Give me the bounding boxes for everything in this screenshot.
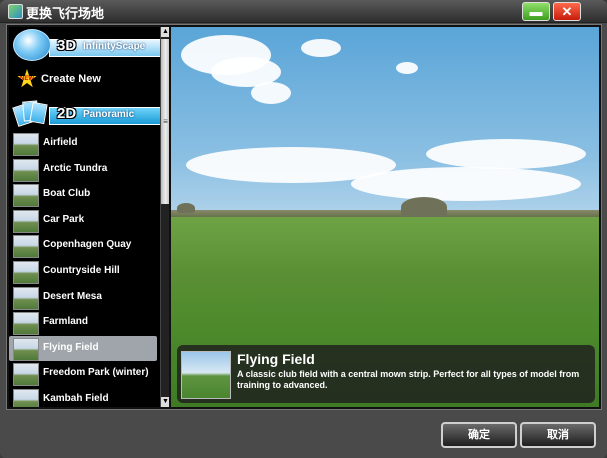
title-bar: 更换飞行场地 ▬ ✕ <box>0 0 607 23</box>
new-star-text: NEW <box>20 76 34 82</box>
app-icon <box>8 4 23 19</box>
dialog-footer: 确定 取消 <box>0 410 607 458</box>
field-list-item[interactable]: Boat Club <box>9 182 157 208</box>
field-list: Airfield Arctic Tundra Boat Club Car Park Co… <box>9 131 159 407</box>
field-preview-image: Flying Field A classic club field with a… <box>171 27 599 407</box>
field-name: Flying Field <box>43 341 99 353</box>
field-name: Countryside Hill <box>43 264 120 276</box>
ok-button[interactable]: 确定 <box>441 422 517 448</box>
field-list-item[interactable]: Freedom Park (winter) <box>9 361 157 387</box>
scroll-thumb[interactable]: ≡ <box>161 39 169 204</box>
field-info-panel: Flying Field A classic club field with a… <box>177 345 595 403</box>
globe-icon <box>13 29 51 61</box>
new-star-icon: NEW <box>17 69 37 88</box>
window-title: 更换飞行场地 <box>26 6 105 21</box>
cloud-shape <box>426 139 586 169</box>
field-name: Airfield <box>43 137 78 148</box>
card-shape <box>29 101 48 125</box>
field-thumbnail <box>13 235 39 259</box>
list-scrollbar[interactable]: ▲ ≡ ▼ <box>160 27 169 407</box>
field-list-item[interactable]: Kambah Field <box>9 387 157 407</box>
field-name: Desert Mesa <box>43 290 102 302</box>
cloud-shape <box>251 82 291 104</box>
field-list-item[interactable]: Desert Mesa <box>9 285 157 311</box>
create-new-label: Create New <box>41 73 101 85</box>
tree-shape <box>177 203 195 213</box>
field-list-item[interactable]: Farmland <box>9 310 157 336</box>
field-list-item[interactable]: Arctic Tundra <box>9 157 157 183</box>
field-list-panel: 3D InfinityScape NEW Create New 2D Panor… <box>9 27 169 407</box>
field-info-description: A classic club field with a central mown… <box>237 369 580 390</box>
field-name: Freedom Park (winter) <box>43 367 149 379</box>
cloud-shape <box>301 39 341 57</box>
scroll-up-button[interactable]: ▲ <box>161 27 169 37</box>
cancel-button[interactable]: 取消 <box>520 422 596 448</box>
field-thumbnail <box>13 286 39 310</box>
field-list-item[interactable]: Copenhagen Quay <box>9 233 157 259</box>
category-badge: 2D <box>57 105 77 122</box>
category-label: InfinityScape <box>83 41 146 52</box>
field-thumbnail <box>13 312 39 336</box>
category-badge: 3D <box>57 37 77 54</box>
field-info-title: Flying Field <box>237 351 315 367</box>
field-thumbnail <box>13 388 39 407</box>
field-list-item[interactable]: Flying Field <box>9 335 157 362</box>
field-list-item[interactable]: Airfield <box>9 131 157 157</box>
field-name: Car Park <box>43 213 85 225</box>
field-info-thumbnail <box>181 351 231 399</box>
cloud-shape <box>396 62 418 74</box>
close-button[interactable]: ✕ <box>553 2 581 21</box>
category-panoramic[interactable]: 2D Panoramic <box>9 97 161 127</box>
field-thumbnail <box>13 337 39 361</box>
tree-shape <box>401 197 447 217</box>
cloud-shape <box>351 167 581 201</box>
content-frame: 3D InfinityScape NEW Create New 2D Panor… <box>6 24 602 410</box>
scroll-down-button[interactable]: ▼ <box>161 397 169 407</box>
change-field-dialog: 更换飞行场地 ▬ ✕ 3D InfinityScape NEW Create N… <box>0 0 607 458</box>
field-thumbnail <box>13 133 39 156</box>
create-new-item[interactable]: NEW Create New <box>9 67 159 91</box>
field-name: Copenhagen Quay <box>43 239 132 251</box>
field-list-item[interactable]: Countryside Hill <box>9 259 157 285</box>
field-name: Kambah Field <box>43 392 109 404</box>
category-label: Panoramic <box>83 109 135 120</box>
field-thumbnail <box>13 184 39 208</box>
field-thumbnail <box>13 158 39 182</box>
field-thumbnail <box>13 209 39 233</box>
panorama-cards-icon <box>12 97 49 127</box>
minimize-button[interactable]: ▬ <box>522 2 550 21</box>
field-list-item[interactable]: Car Park <box>9 208 157 234</box>
category-infinityscape[interactable]: 3D InfinityScape <box>9 29 161 61</box>
field-name: Boat Club <box>43 188 91 200</box>
field-thumbnail <box>13 260 39 284</box>
field-thumbnail <box>13 363 39 387</box>
field-name: Farmland <box>43 316 89 328</box>
field-name: Arctic Tundra <box>43 162 108 174</box>
